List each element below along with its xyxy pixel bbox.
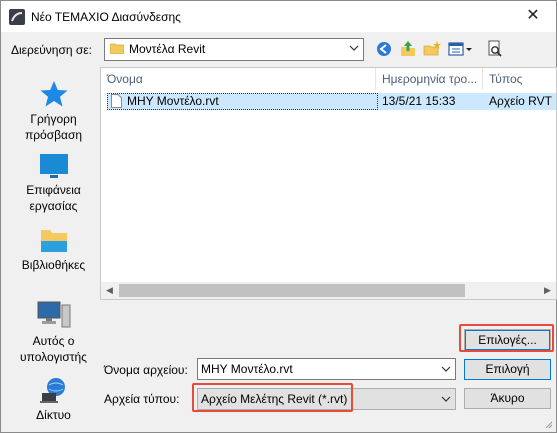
folder-icon [110, 43, 124, 54]
open-button[interactable]: Επιλογή [464, 359, 551, 380]
column-header-type[interactable]: Τύπος [483, 68, 556, 90]
back-icon[interactable] [374, 39, 394, 59]
file-icon [111, 94, 122, 108]
place-this-pc[interactable]: Αυτός ο υπολογιστής [11, 299, 96, 365]
scroll-thumb[interactable] [119, 284, 465, 297]
scroll-right-icon[interactable]: ▶ [539, 282, 556, 299]
chevron-down-icon[interactable] [441, 394, 451, 404]
lookin-value: Μοντέλα Revit [129, 42, 206, 56]
filename-value: ΜΗΥ Μοντέλο.rvt [201, 362, 293, 376]
horizontal-scrollbar[interactable]: ◀ ▶ [101, 282, 556, 299]
file-list[interactable]: Όνομα Ημερομηνία τρο... Τύπος ΜΗΥ Μοντέλ… [100, 67, 557, 300]
file-type: Αρχείο RVT [489, 94, 552, 108]
window-title: Νέο ΤΕΜΑΧΙΟ Διασύνδεσης [31, 10, 181, 24]
view-menu-icon[interactable] [447, 39, 473, 59]
close-button[interactable]: ✕ [510, 1, 556, 31]
app-icon [9, 9, 25, 25]
place-label: Βιβλιοθήκες [21, 258, 86, 272]
filename-label: Όνομα αρχείου: [104, 363, 188, 377]
table-row[interactable]: ΜΗΥ Μοντέλο.rvt 13/5/21 15:33 Αρχείο RVT [107, 93, 556, 110]
desktop-icon [39, 154, 68, 178]
place-label: Επιφάνεια εργασίας [26, 183, 81, 213]
highlight-box [192, 383, 353, 412]
up-folder-icon[interactable] [398, 39, 418, 59]
filename-field[interactable]: ΜΗΥ Μοντέλο.rvt [197, 358, 456, 380]
file-dialog: Νέο ΤΕΜΑΧΙΟ Διασύνδεσης ✕ Διερεύνηση σε:… [0, 0, 557, 433]
place-label: Γρήγορη πρόσβαση [24, 112, 83, 142]
place-label: Αυτός ο υπολογιστής [20, 334, 87, 364]
scroll-left-icon[interactable]: ◀ [101, 282, 118, 299]
place-label: Δίκτυο [36, 408, 71, 422]
lookin-dropdown[interactable]: Μοντέλα Revit [104, 38, 364, 61]
file-date: 13/5/21 15:33 [382, 94, 456, 108]
place-desktop[interactable]: Επιφάνεια εργασίας [11, 152, 96, 214]
column-header-name[interactable]: Όνομα [101, 68, 376, 90]
network-icon [39, 378, 65, 403]
chevron-down-icon [349, 45, 359, 51]
resize-grip-icon[interactable] [543, 419, 553, 429]
file-name: ΜΗΥ Μοντέλο.rvt [127, 94, 219, 108]
places-bar: Γρήγορη πρόσβαση Επιφάνεια εργασίας Βιβλ… [11, 67, 96, 427]
place-libraries[interactable]: Βιβλιοθήκες [11, 227, 96, 273]
highlight-box [459, 324, 554, 352]
place-network[interactable]: Δίκτυο [11, 375, 96, 423]
star-icon [40, 81, 67, 107]
chevron-down-icon[interactable] [441, 364, 451, 374]
place-quick-access[interactable]: Γρήγορη πρόσβαση [11, 79, 96, 143]
cancel-button[interactable]: Άκυρο [464, 388, 551, 409]
libraries-icon [40, 230, 67, 252]
filetype-label: Αρχεία τύπου: [104, 392, 180, 406]
title-bar: Νέο ΤΕΜΑΧΙΟ Διασύνδεσης ✕ [1, 1, 556, 32]
new-folder-icon[interactable] [422, 39, 442, 59]
preview-icon[interactable] [485, 39, 505, 59]
lookin-label: Διερεύνηση σε: [11, 43, 92, 57]
computer-icon [37, 301, 70, 328]
column-header-date[interactable]: Ημερομηνία τρο... [376, 68, 483, 90]
